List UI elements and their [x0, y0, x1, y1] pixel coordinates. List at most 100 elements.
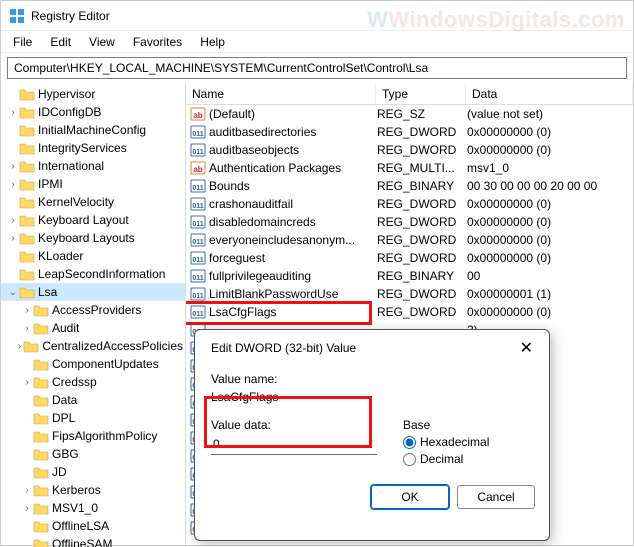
tree-item[interactable]: › Keyboard Layouts — [1, 229, 185, 247]
tree-item[interactable]: ›IDConfigDB — [1, 103, 185, 121]
list-row[interactable]: 011LsaCfgFlagsREG_DWORD0x00000000 (0) — [186, 303, 633, 321]
address-bar[interactable]: Computer\HKEY_LOCAL_MACHINE\SYSTEM\Curre… — [7, 57, 627, 79]
list-row[interactable]: 011everyoneincludesanonym...REG_DWORD0x0… — [186, 231, 633, 249]
value-data: 0x00000000 (0) — [467, 215, 633, 229]
radio-decimal[interactable] — [403, 453, 416, 466]
value-data: 0x00000000 (0) — [467, 143, 633, 157]
list-row[interactable]: 011LimitBlankPasswordUseREG_DWORD0x00000… — [186, 285, 633, 303]
value-type: REG_BINARY — [377, 269, 467, 283]
radio-hexadecimal[interactable] — [403, 436, 416, 449]
tree-item[interactable]: Hypervisor — [1, 85, 185, 103]
folder-icon — [19, 87, 35, 101]
tree-item[interactable]: ›Credssp — [1, 373, 185, 391]
column-data[interactable]: Data — [466, 84, 633, 104]
value-data: 0x00000000 (0) — [467, 251, 633, 265]
expand-icon[interactable]: › — [7, 107, 19, 118]
expand-icon[interactable]: › — [7, 215, 19, 226]
expand-icon[interactable]: › — [21, 305, 33, 316]
tree-item-label: Keyboard Layouts — [38, 231, 135, 245]
list-row[interactable]: 011forceguestREG_DWORD0x00000000 (0) — [186, 249, 633, 267]
tree-item[interactable]: ComponentUpdates — [1, 355, 185, 373]
list-row[interactable]: abAuthentication PackagesREG_MULTI...msv… — [186, 159, 633, 177]
tree-item[interactable]: DPL — [1, 409, 185, 427]
tree-item[interactable]: InitialMachineConfig — [1, 121, 185, 139]
svg-text:ab: ab — [193, 111, 202, 120]
tree-item[interactable]: Data — [1, 391, 185, 409]
tree-item[interactable]: LeapSecondInformation — [1, 265, 185, 283]
svg-text:011: 011 — [192, 239, 203, 246]
expand-icon[interactable]: › — [21, 485, 33, 496]
list-row[interactable]: 011BoundsREG_BINARY00 30 00 00 00 20 00 … — [186, 177, 633, 195]
list-row[interactable]: 011disabledomaincredsREG_DWORD0x00000000… — [186, 213, 633, 231]
value-name: Authentication Packages — [209, 161, 377, 175]
tree-item-label: GBG — [52, 447, 79, 461]
list-row[interactable]: ab(Default)REG_SZ(value not set) — [186, 105, 633, 123]
tree-item-label: Data — [52, 393, 77, 407]
list-row[interactable]: 011auditbaseobjectsREG_DWORD0x00000000 (… — [186, 141, 633, 159]
value-icon: 011 — [190, 250, 206, 266]
folder-icon — [33, 321, 49, 335]
base-label: Base — [403, 418, 533, 432]
value-data-input[interactable] — [211, 434, 377, 455]
menubar: File Edit View Favorites Help — [1, 31, 633, 53]
column-name[interactable]: Name — [186, 84, 376, 104]
ok-button[interactable]: OK — [371, 485, 449, 509]
tree-pane[interactable]: Hypervisor›IDConfigDBInitialMachineConfi… — [1, 83, 186, 547]
menu-favorites[interactable]: Favorites — [125, 33, 190, 51]
value-type: REG_DWORD — [377, 251, 467, 265]
menu-file[interactable]: File — [5, 33, 40, 51]
folder-icon — [19, 195, 35, 209]
tree-item[interactable]: KernelVelocity — [1, 193, 185, 211]
tree-item[interactable]: ›CentralizedAccessPolicies — [1, 337, 185, 355]
column-type[interactable]: Type — [376, 84, 466, 104]
close-icon[interactable]: ✕ — [516, 338, 537, 358]
folder-icon — [33, 519, 49, 533]
expand-icon[interactable]: › — [21, 377, 33, 388]
tree-item[interactable]: IntegrityServices — [1, 139, 185, 157]
tree-item[interactable]: OfflineLSA — [1, 517, 185, 535]
folder-icon — [33, 501, 49, 515]
tree-item-label: MSV1_0 — [52, 501, 98, 515]
tree-item[interactable]: ›IPMI — [1, 175, 185, 193]
tree-item[interactable]: › MSV1_0 — [1, 499, 185, 517]
value-data: 00 30 00 00 00 20 00 00 — [467, 179, 633, 193]
list-row[interactable]: 011auditbasedirectoriesREG_DWORD0x000000… — [186, 123, 633, 141]
tree-item[interactable]: ›Audit — [1, 319, 185, 337]
expand-icon[interactable]: › — [7, 179, 19, 190]
tree-item[interactable]: GBG — [1, 445, 185, 463]
tree-item-label: LeapSecondInformation — [38, 267, 165, 281]
expand-icon[interactable]: › — [7, 233, 19, 244]
cancel-button[interactable]: Cancel — [457, 485, 535, 509]
tree-item[interactable]: JD — [1, 463, 185, 481]
svg-text:011: 011 — [192, 203, 203, 210]
tree-item-label: OfflineLSA — [52, 519, 109, 533]
value-name: crashonauditfail — [209, 197, 377, 211]
list-row[interactable]: 011crashonauditfailREG_DWORD0x00000000 (… — [186, 195, 633, 213]
tree-item[interactable]: ›AccessProviders — [1, 301, 185, 319]
value-data: 0x00000000 (0) — [467, 125, 633, 139]
menu-help[interactable]: Help — [192, 33, 233, 51]
expand-icon[interactable]: › — [21, 323, 33, 334]
list-row[interactable]: 011fullprivilegeauditingREG_BINARY00 — [186, 267, 633, 285]
value-name: (Default) — [209, 107, 377, 121]
tree-item[interactable]: FipsAlgorithmPolicy — [1, 427, 185, 445]
value-icon: 011 — [190, 142, 206, 158]
value-icon: ab — [190, 106, 206, 122]
tree-item[interactable]: ›Kerberos — [1, 481, 185, 499]
folder-icon — [33, 483, 49, 497]
tree-item[interactable]: KLoader — [1, 247, 185, 265]
value-icon: ab — [190, 160, 206, 176]
tree-item[interactable]: OfflineSAM — [1, 535, 185, 547]
tree-item[interactable]: ⌄Lsa — [1, 283, 185, 301]
folder-icon — [33, 303, 49, 317]
menu-view[interactable]: View — [81, 33, 123, 51]
tree-item[interactable]: ›Keyboard Layout — [1, 211, 185, 229]
expand-icon[interactable]: ⌄ — [7, 287, 19, 298]
expand-icon[interactable]: › — [16, 341, 24, 352]
expand-icon[interactable]: › — [21, 503, 33, 514]
menu-edit[interactable]: Edit — [42, 33, 79, 51]
dialog-title: Edit DWORD (32-bit) Value — [211, 341, 356, 355]
expand-icon[interactable]: › — [7, 161, 19, 172]
tree-item[interactable]: ›International — [1, 157, 185, 175]
folder-icon — [19, 285, 35, 299]
